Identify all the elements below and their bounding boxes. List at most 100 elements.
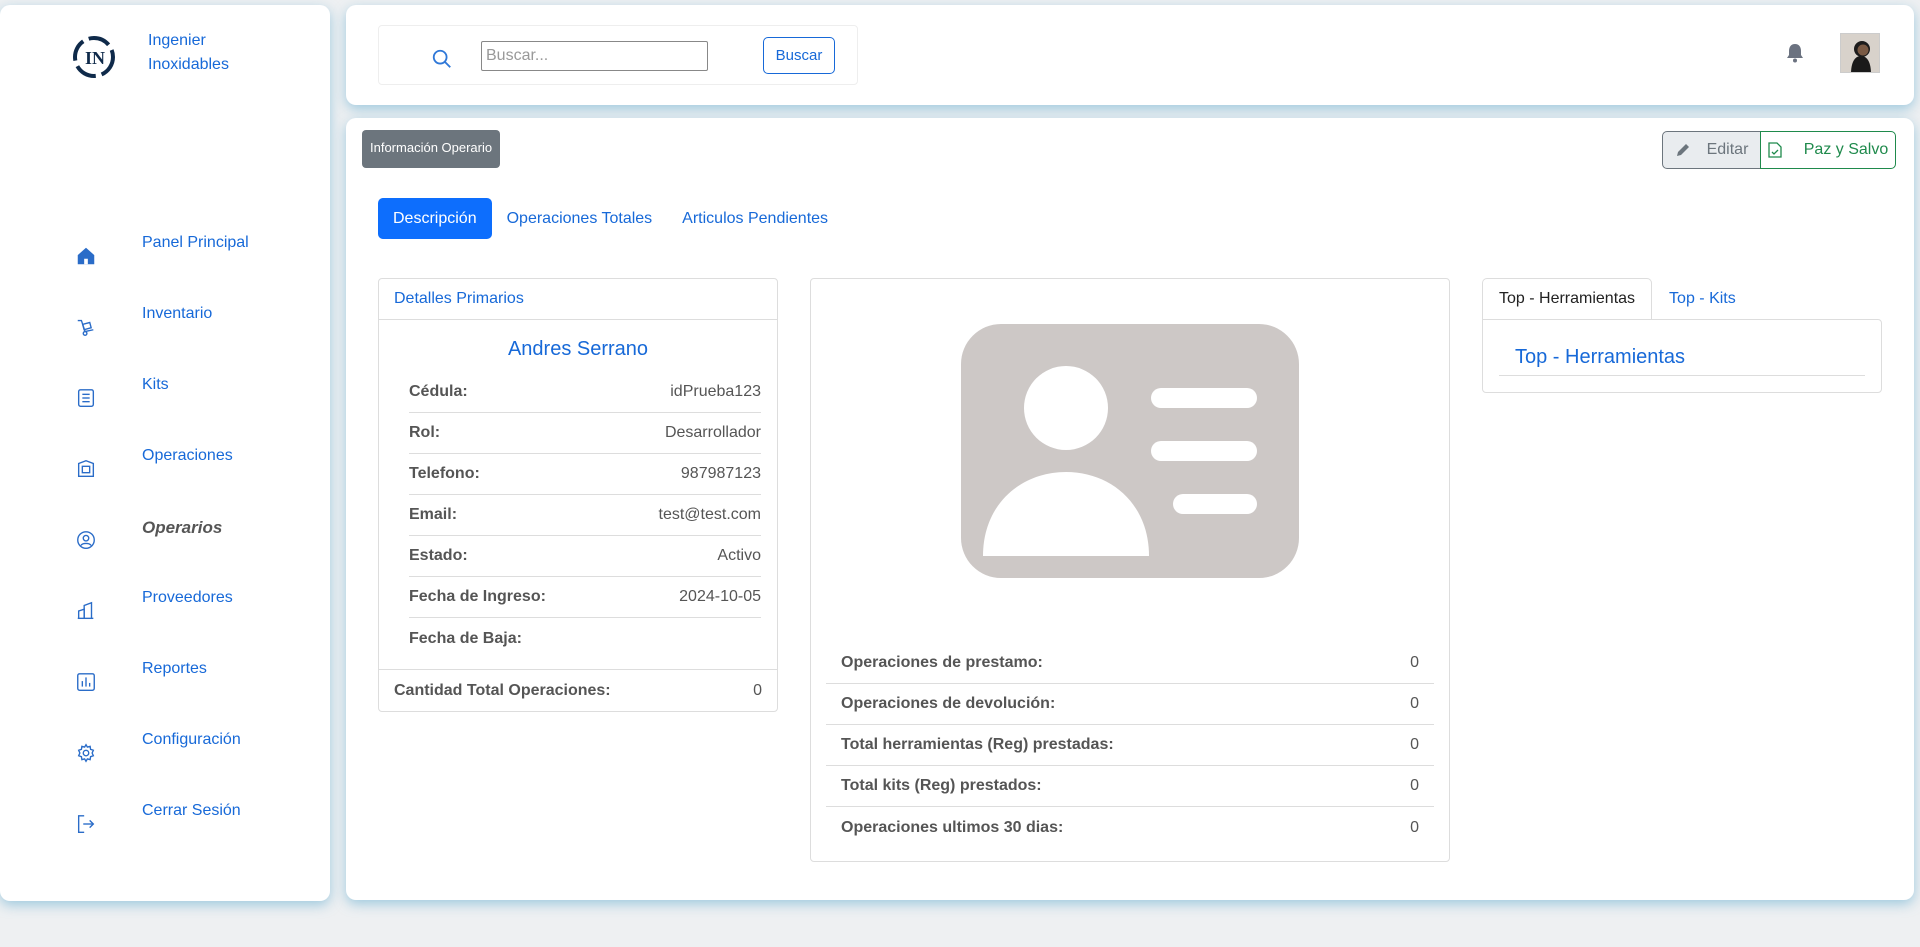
stat-label: Total kits (Reg) prestados: <box>841 777 1042 794</box>
top-tabs: Top - Herramientas Top - Kits <box>1482 278 1753 320</box>
sidebar-item-cerrar-sesion[interactable]: Cerrar Sesión <box>0 798 330 848</box>
operator-name: Andres Serrano <box>507 338 649 360</box>
id-card-illustration-icon <box>961 324 1299 578</box>
sidebar-item-label: Inventario <box>142 305 213 322</box>
details-card: Detalles Primarios Andres Serrano Cédula… <box>378 278 778 712</box>
sidebar-item-label: Operaciones <box>142 447 233 464</box>
stat-value: 0 <box>1410 654 1419 671</box>
inventory-icon <box>77 319 94 336</box>
stat-value: 0 <box>1410 695 1419 712</box>
stat-row: Operaciones de devolución: 0 <box>826 684 1434 725</box>
sidebar-item-label: Panel Principal <box>142 234 249 251</box>
detail-row-fecha-baja: Fecha de Baja: <box>409 618 761 659</box>
paz-y-salvo-button[interactable]: Paz y Salvo <box>1760 131 1896 169</box>
detail-row-fecha-ingreso: Fecha de Ingreso: 2024-10-05 <box>409 577 761 618</box>
avatar[interactable] <box>1840 33 1880 73</box>
tab-top-herramientas[interactable]: Top - Herramientas <box>1482 278 1653 320</box>
sidebar-item-reportes[interactable]: Reportes <box>0 656 330 706</box>
sidebar-item-inventario[interactable]: Inventario <box>0 301 330 351</box>
sidebar-item-label: Cerrar Sesión <box>142 802 241 819</box>
top-bar: Buscar <box>346 5 1914 105</box>
stat-value: 0 <box>1410 777 1419 794</box>
stat-row: Total kits (Reg) prestados: 0 <box>826 766 1434 807</box>
tab-bar: Descripción Operaciones Totales Articulo… <box>378 198 843 239</box>
detail-label: Telefono: <box>409 465 480 482</box>
sidebar-item-kits[interactable]: Kits <box>0 372 330 422</box>
sidebar-item-label: Configuración <box>142 731 241 748</box>
detail-row-rol: Rol: Desarrollador <box>409 413 761 454</box>
stat-label: Operaciones de prestamo: <box>841 654 1043 671</box>
building-icon <box>77 601 94 620</box>
company-logo-icon: IN <box>73 36 115 78</box>
detail-value: Activo <box>717 547 761 564</box>
detail-value: 987987123 <box>680 465 761 482</box>
operations-icon <box>77 460 95 478</box>
user-circle-icon <box>77 531 95 549</box>
page-title-badge: Información Operario <box>362 130 501 168</box>
sidebar: IN Ingenier Inoxidables Panel Principal … <box>0 5 330 901</box>
search-button[interactable]: Buscar <box>763 37 835 74</box>
search-input[interactable] <box>481 41 708 71</box>
detail-label: Cédula: <box>409 383 468 400</box>
search-icon[interactable] <box>431 48 453 70</box>
main-panel: Información Operario Editar Paz y Salvo … <box>346 118 1914 900</box>
detail-value: Desarrollador <box>664 424 761 441</box>
tab-top-kits[interactable]: Top - Kits <box>1652 278 1753 320</box>
detail-label: Estado: <box>409 547 468 564</box>
tab-operaciones-totales[interactable]: Operaciones Totales <box>492 198 668 239</box>
detail-row-email: Email: test@test.com <box>409 495 761 536</box>
brand-name: Ingenier Inoxidables <box>148 32 229 73</box>
sidebar-item-operarios[interactable]: Operarios <box>0 514 330 564</box>
sidebar-item-panel-principal[interactable]: Panel Principal <box>0 230 330 280</box>
stat-value: 0 <box>1410 736 1419 753</box>
sidebar-item-proveedores[interactable]: Proveedores <box>0 585 330 635</box>
detail-label: Email: <box>409 506 458 523</box>
details-footer: Cantidad Total Operaciones: 0 <box>379 669 777 711</box>
chart-icon <box>77 673 95 691</box>
detail-label: Fecha de Baja: <box>409 629 522 647</box>
detail-row-estado: Estado: Activo <box>409 536 761 577</box>
total-operations-label: Cantidad Total Operaciones: <box>394 681 611 699</box>
top-panel-title: Top - Herramientas <box>1499 343 1865 376</box>
sidebar-item-label: Kits <box>142 376 169 393</box>
search-box: Buscar <box>378 25 858 85</box>
details-card-title: Detalles Primarios <box>379 279 777 320</box>
stat-row: Operaciones de prestamo: 0 <box>826 643 1434 684</box>
detail-value: 2024-10-05 <box>679 588 761 605</box>
svg-text:IN: IN <box>85 48 105 68</box>
paz-y-salvo-label: Paz y Salvo <box>1803 141 1889 158</box>
detail-label: Fecha de Ingreso: <box>409 588 546 605</box>
sidebar-item-label: Reportes <box>142 660 207 677</box>
sidebar-item-operaciones[interactable]: Operaciones <box>0 443 330 493</box>
document-check-icon <box>1768 142 1782 158</box>
tab-articulos-pendientes[interactable]: Articulos Pendientes <box>667 198 843 239</box>
home-icon <box>77 247 95 265</box>
brand[interactable]: IN Ingenier Inoxidables <box>70 32 268 81</box>
logout-icon <box>77 815 95 833</box>
bell-icon[interactable] <box>1786 43 1804 63</box>
stat-value: 0 <box>1410 818 1419 836</box>
edit-button-label: Editar <box>1706 141 1749 158</box>
stat-label: Operaciones ultimos 30 dias: <box>841 818 1064 836</box>
stat-row: Operaciones ultimos 30 dias: 0 <box>826 807 1434 848</box>
detail-value: test@test.com <box>658 506 762 523</box>
gear-icon <box>77 743 95 763</box>
edit-button[interactable]: Editar <box>1662 131 1761 169</box>
stat-label: Total herramientas (Reg) prestadas: <box>841 736 1114 753</box>
top-panel: Top - Herramientas <box>1482 319 1882 393</box>
avatar-image-icon <box>1841 34 1879 72</box>
details-list: Cédula: idPrueba123 Rol: Desarrollador Tel… <box>409 372 761 659</box>
stats-list: Operaciones de prestamo: 0 Operaciones de… <box>826 643 1434 848</box>
stat-row: Total herramientas (Reg) prestadas: 0 <box>826 725 1434 766</box>
sidebar-item-label: Operarios <box>142 518 223 537</box>
detail-label: Rol: <box>409 424 441 441</box>
detail-value: idPrueba123 <box>670 383 761 400</box>
kits-icon <box>77 389 95 407</box>
pencil-icon <box>1676 144 1689 156</box>
sidebar-item-configuracion[interactable]: Configuración <box>0 727 330 777</box>
stats-card: Operaciones de prestamo: 0 Operaciones de… <box>810 278 1450 862</box>
sidebar-item-label: Proveedores <box>142 589 233 606</box>
total-operations-value: 0 <box>753 681 762 699</box>
stat-label: Operaciones de devolución: <box>841 695 1056 712</box>
tab-descripcion[interactable]: Descripción <box>378 198 492 239</box>
